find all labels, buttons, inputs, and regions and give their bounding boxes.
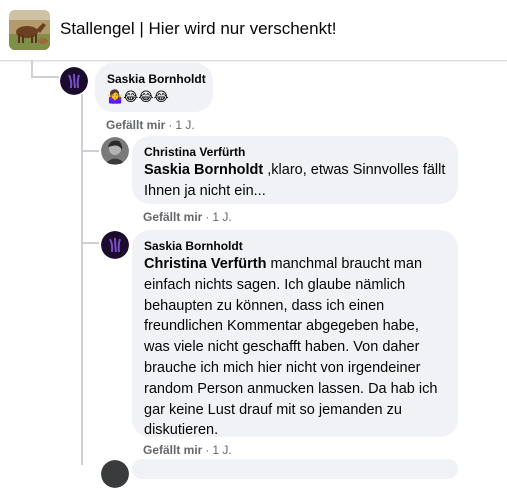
comment-actions: Gefällt mir · 1 J. <box>143 210 232 224</box>
comment-timestamp[interactable]: 1 J. <box>212 210 231 224</box>
comment-author[interactable]: Saskia Bornholdt <box>107 71 206 87</box>
thread-line <box>81 150 99 152</box>
thread-line <box>81 242 99 244</box>
avatar[interactable] <box>60 67 88 95</box>
like-button[interactable]: Gefällt mir <box>143 210 202 224</box>
comment-bubble: Christina Verfürth Saskia Bornholdt ,kla… <box>132 136 458 204</box>
comment-emoji-text: 🤷‍♀️😂😂😂 <box>107 89 169 104</box>
comment-actions: Gefällt mir · 1 J. <box>143 443 232 457</box>
comment-bubble <box>132 459 458 479</box>
group-title[interactable]: Stallengel | Hier wird nur verschenkt! <box>60 19 337 39</box>
separator: · <box>205 443 210 457</box>
comment-text: Christina Verfürth manchmal braucht man … <box>144 254 446 441</box>
comment-author[interactable]: Saskia Bornholdt <box>144 238 446 254</box>
comment-text: Saskia Bornholdt ,klaro, etwas Sinnvolle… <box>144 160 446 202</box>
comment-author[interactable]: Christina Verfürth <box>144 144 446 160</box>
thread-line <box>31 76 59 78</box>
like-button[interactable]: Gefällt mir <box>106 118 165 132</box>
like-button[interactable]: Gefällt mir <box>143 443 202 457</box>
comment-actions: Gefällt mir · 1 J. <box>106 118 195 132</box>
comment-timestamp[interactable]: 1 J. <box>212 443 231 457</box>
avatar[interactable] <box>101 137 129 165</box>
comment-body: manchmal braucht man einfach nichts sage… <box>144 256 438 439</box>
avatar[interactable] <box>101 460 129 488</box>
comment-timestamp[interactable]: 1 J. <box>175 118 194 132</box>
avatar[interactable] <box>101 231 129 259</box>
group-header: Stallengel | Hier wird nur verschenkt! <box>0 0 507 61</box>
comment-bubble: Saskia Bornholdt Christina Verfürth manc… <box>132 230 458 438</box>
group-cover-thumbnail[interactable] <box>9 10 50 50</box>
separator: · <box>205 210 210 224</box>
mention-link[interactable]: Christina Verfürth <box>144 256 266 272</box>
separator: · <box>168 118 173 132</box>
mention-link[interactable]: Saskia Bornholdt <box>144 162 263 178</box>
comment-bubble: Saskia Bornholdt 🤷‍♀️😂😂😂 <box>95 63 213 112</box>
